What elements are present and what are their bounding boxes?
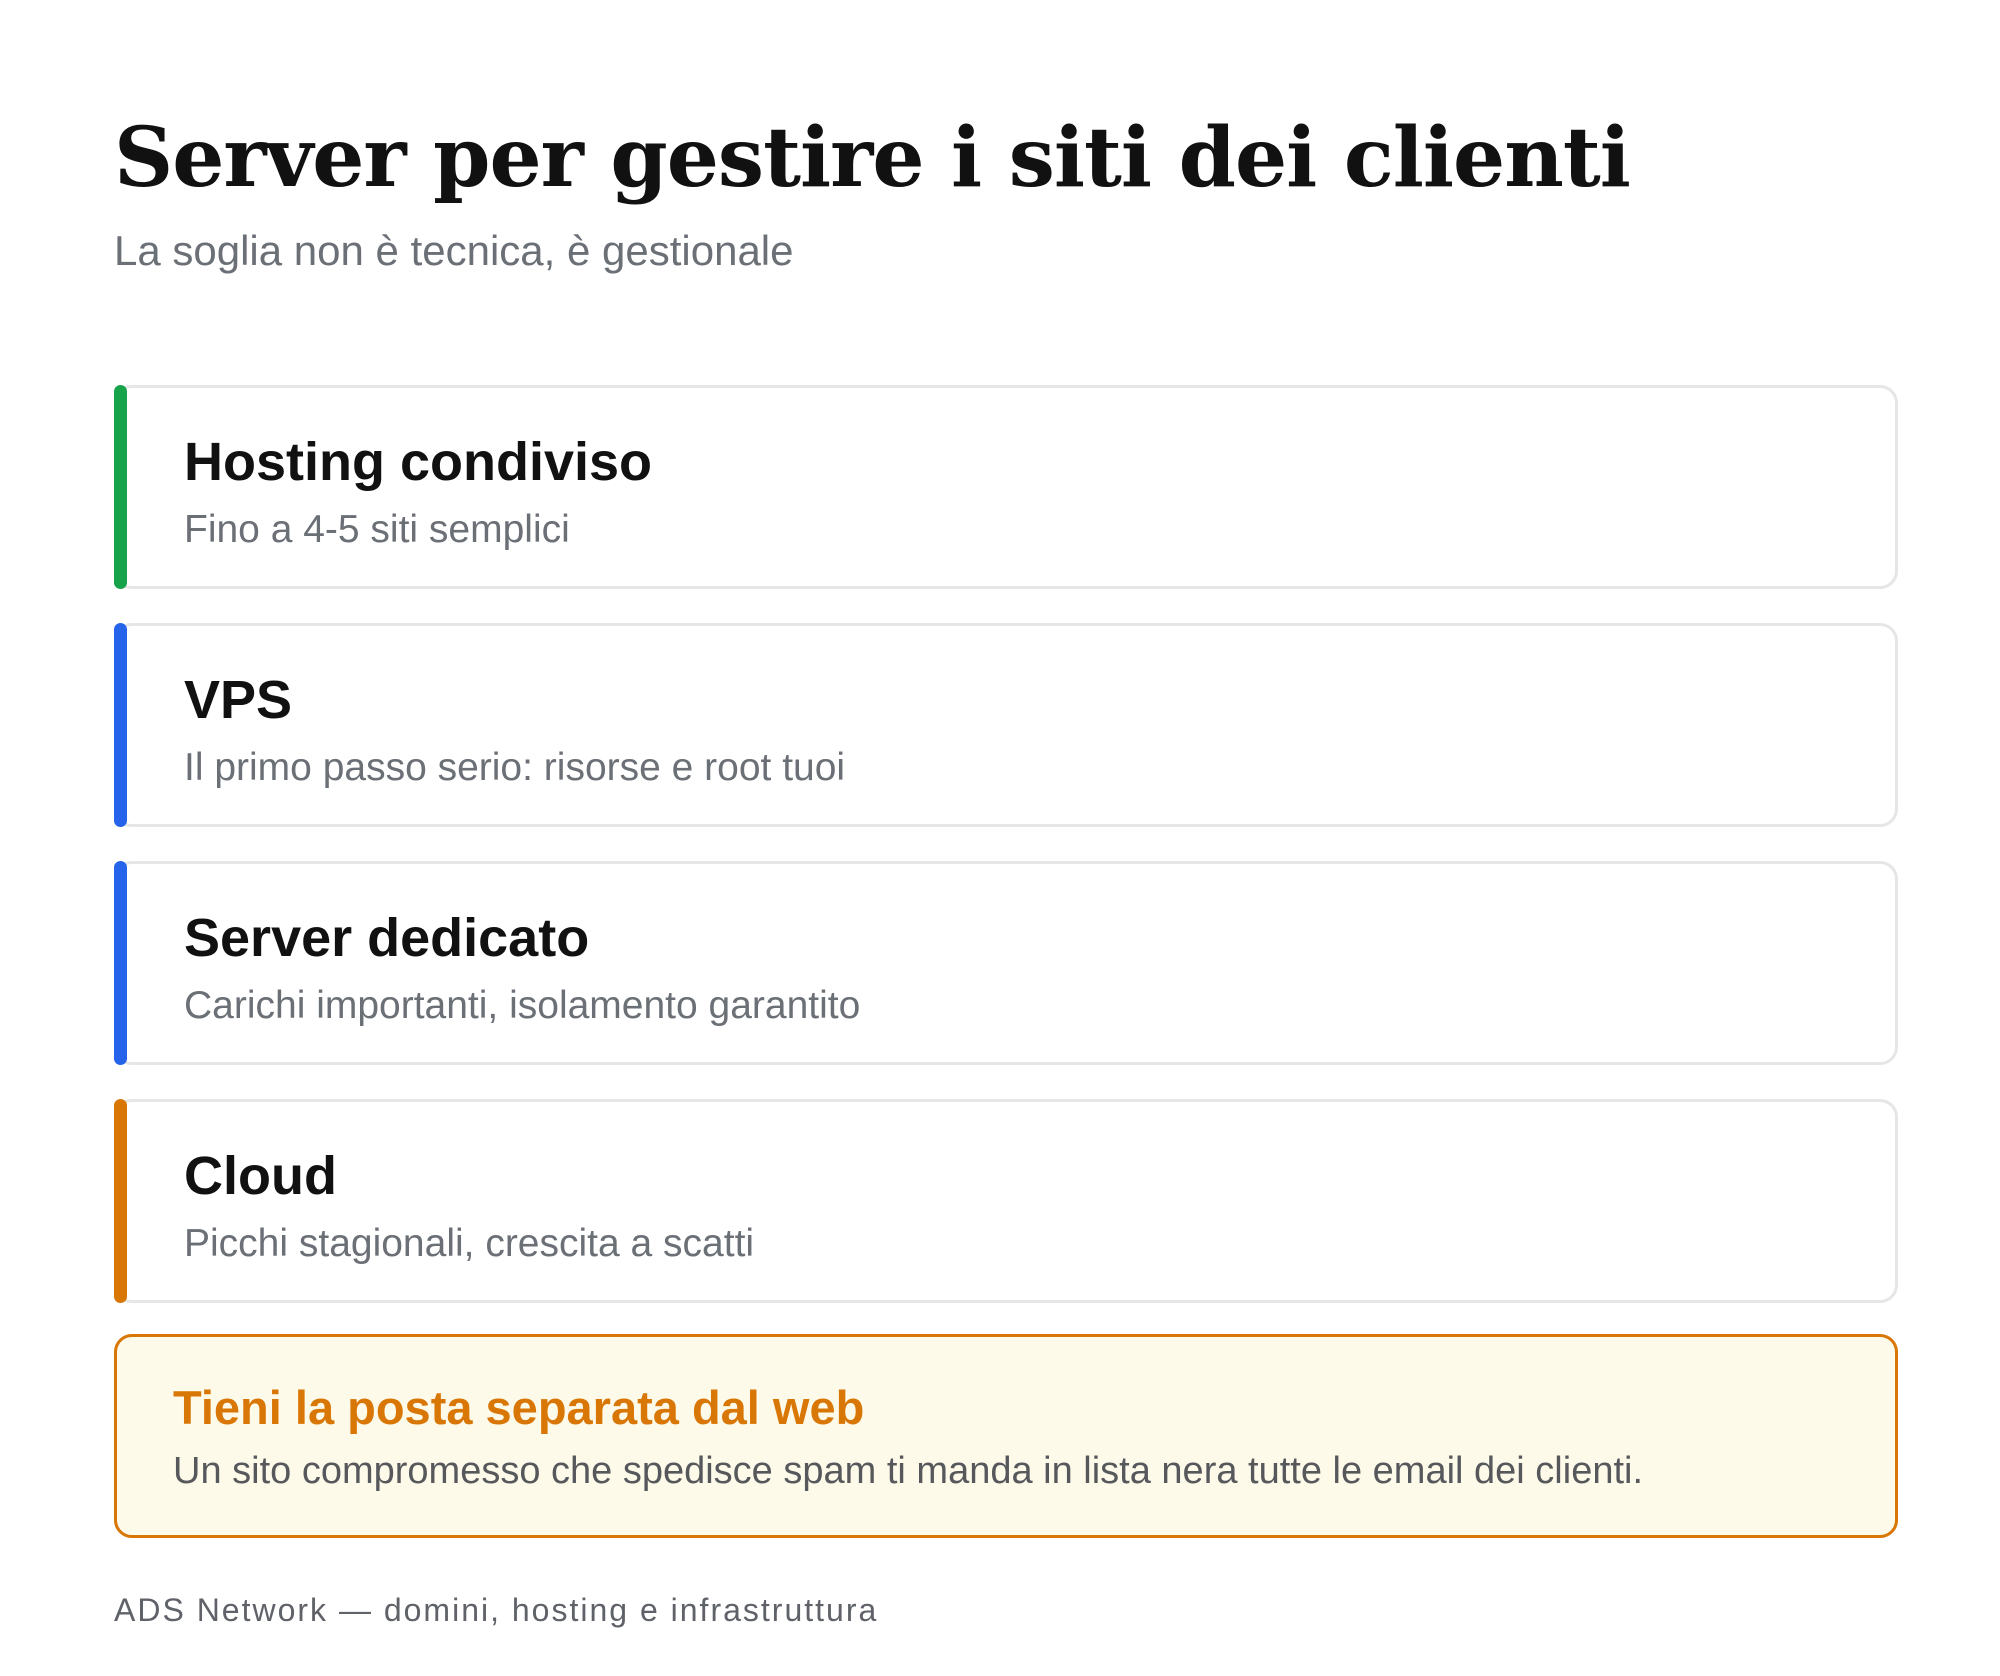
card-hosting-condiviso: Hosting condiviso Fino a 4-5 siti sempli… — [114, 385, 1898, 589]
callout-text: Un sito compromesso che spedisce spam ti… — [173, 1450, 1644, 1492]
card-title: Cloud — [184, 1146, 337, 1206]
card-accent-bar — [114, 1099, 127, 1303]
page-subtitle: La soglia non è tecnica, è gestionale — [114, 227, 794, 274]
card-accent-bar — [114, 385, 127, 589]
card-cloud: Cloud Picchi stagionali, crescita a scat… — [114, 1099, 1898, 1303]
card-description: Picchi stagionali, crescita a scatti — [184, 1222, 755, 1265]
card-description: Fino a 4-5 siti semplici — [184, 508, 570, 551]
page-title: Server per gestire i siti dei clienti — [114, 110, 1631, 206]
card-title: Hosting condiviso — [184, 432, 653, 492]
server-options-list: Hosting condiviso Fino a 4-5 siti sempli… — [114, 385, 1898, 1337]
callout-title: Tieni la posta separata dal web — [173, 1381, 865, 1434]
card-server-dedicato: Server dedicato Carichi importanti, isol… — [114, 861, 1898, 1065]
card-description: Carichi importanti, isolamento garantito — [184, 984, 861, 1027]
card-accent-bar — [114, 861, 127, 1065]
card-accent-bar — [114, 623, 127, 827]
card-title: VPS — [184, 670, 293, 730]
card-description: Il primo passo serio: risorse e root tuo… — [184, 746, 846, 789]
card-vps: VPS Il primo passo serio: risorse e root… — [114, 623, 1898, 827]
card-title: Server dedicato — [184, 908, 590, 968]
footer-text: ADS Network — domini, hosting e infrastr… — [114, 1592, 879, 1628]
warning-callout: Tieni la posta separata dal web Un sito … — [114, 1334, 1898, 1538]
